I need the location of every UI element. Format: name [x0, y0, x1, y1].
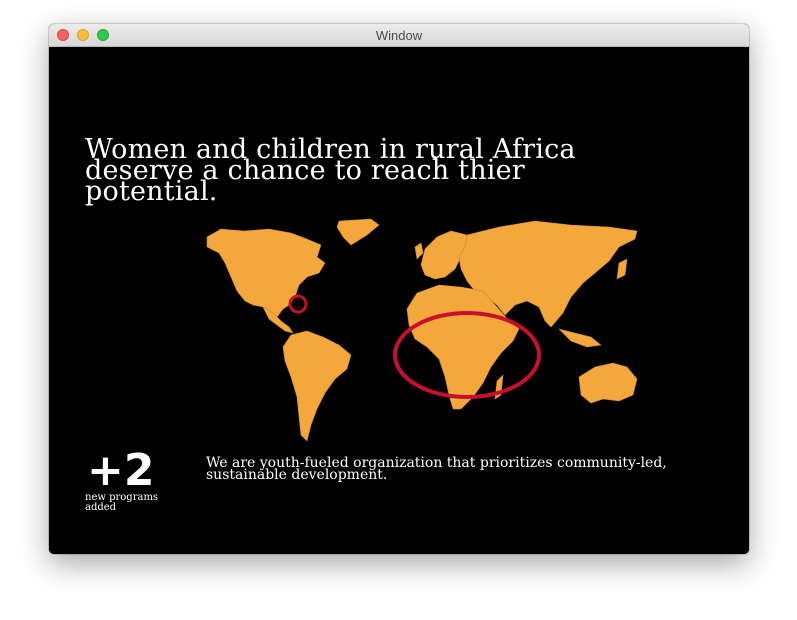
southeast-asia-shape [558, 328, 602, 348]
north-america-highlight-ring [288, 294, 308, 314]
south-america-shape [282, 330, 352, 442]
page-content: Women and children in rural Africa deser… [49, 47, 749, 554]
app-window: Window Women and children in rural Afric… [49, 24, 749, 554]
window-title: Window [375, 28, 423, 43]
hero-headline: Women and children in rural Africa deser… [85, 134, 576, 207]
mission-statement: We are youth-fueled organization that pr… [206, 455, 667, 483]
uk-shape [414, 242, 424, 260]
greenland-shape [336, 218, 380, 246]
world-map-icon [206, 218, 638, 442]
japan-shape [616, 258, 628, 280]
title-bar[interactable]: Window [49, 24, 749, 47]
stat-number: +2 [87, 445, 155, 496]
stat-label: new programs added [85, 492, 159, 513]
australia-shape [578, 362, 638, 404]
